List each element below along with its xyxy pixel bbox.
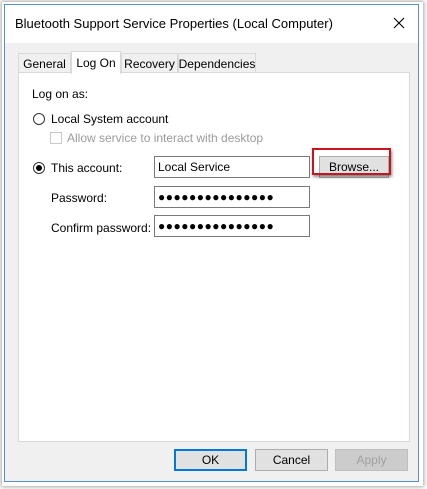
this-account-label[interactable]: This account: [51, 161, 122, 175]
tab-general[interactable]: General [18, 53, 71, 73]
account-field[interactable]: Local Service [154, 156, 310, 178]
interact-desktop-checkbox[interactable] [50, 132, 62, 144]
title-bar: Bluetooth Support Service Properties (Lo… [5, 5, 418, 43]
close-icon [393, 17, 405, 29]
password-label: Password: [51, 191, 108, 205]
tab-dependencies[interactable]: Dependencies [178, 53, 256, 73]
window-title: Bluetooth Support Service Properties (Lo… [15, 16, 333, 31]
log-on-as-heading: Log on as: [32, 87, 89, 101]
browse-highlight-box [312, 148, 391, 175]
properties-dialog: Bluetooth Support Service Properties (Lo… [4, 4, 419, 482]
close-button[interactable] [386, 11, 412, 35]
local-system-label[interactable]: Local System account [51, 112, 168, 126]
cancel-button[interactable]: Cancel [255, 449, 328, 471]
local-system-radio[interactable] [33, 113, 45, 125]
confirm-password-label: Confirm password: [51, 221, 152, 235]
password-field[interactable]: ●●●●●●●●●●●●●●● [154, 186, 310, 208]
tab-log-on[interactable]: Log On [71, 51, 121, 74]
this-account-radio[interactable] [33, 162, 45, 174]
ok-button[interactable]: OK [174, 449, 247, 471]
log-on-panel: Log on as: Local System account Allow se… [18, 72, 410, 442]
interact-desktop-label: Allow service to interact with desktop [67, 131, 264, 145]
confirm-password-field[interactable]: ●●●●●●●●●●●●●●● [154, 215, 310, 237]
apply-button[interactable]: Apply [335, 449, 408, 471]
tab-recovery[interactable]: Recovery [121, 53, 178, 73]
